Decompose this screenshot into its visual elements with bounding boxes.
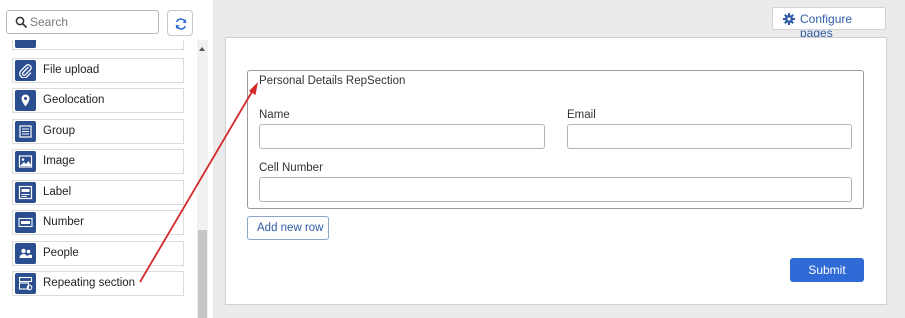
blank-control-icon [15,40,36,48]
toolbox-item-label: People [43,247,79,259]
toolbox-list: File upload Geolocation Group Image Labe… [0,40,196,318]
toolbox-item-geolocation[interactable]: Geolocation [12,88,184,113]
email-field[interactable] [567,124,852,149]
cell-number-label: Cell Number [259,162,323,174]
search-icon [15,16,28,29]
name-label: Name [259,109,290,121]
email-label: Email [567,109,596,121]
submit-button[interactable]: Submit [790,258,864,282]
people-icon [15,243,36,264]
scrollbar-thumb[interactable] [198,230,207,318]
toolbox-item-group[interactable]: Group [12,119,184,144]
toolbox-item-image[interactable]: Image [12,149,184,174]
section-title: Personal Details RepSection [259,75,406,87]
submit-label: Submit [808,263,846,277]
toolbox-item-repeating-section[interactable]: Repeating section [12,271,184,296]
search-input[interactable]: Search [6,10,159,34]
toolbox-item-label: Number [43,216,84,228]
number-icon [15,212,36,233]
map-pin-icon [15,90,36,111]
name-field[interactable] [259,124,545,149]
toolbox-item-label: Group [43,125,75,137]
search-placeholder: Search [30,15,69,29]
configure-pages-button[interactable]: Configure pages [772,7,886,40]
toolbox-item-label: Repeating section [43,277,136,289]
toolbox-item-label: Image [43,155,75,167]
image-icon [15,151,36,172]
group-icon [15,121,36,142]
refresh-icon [175,18,187,30]
toolbox-item-label-text: Label [43,186,72,198]
configure-pages-label: Configure pages [800,12,853,40]
toolbox-item-people[interactable]: People [12,241,184,266]
toolbox-item-hidden[interactable] [12,40,184,50]
refresh-button[interactable] [167,10,193,36]
form-builder: Search File upload Geolocation Group Ima… [0,0,905,318]
scroll-up-arrow-icon[interactable] [199,47,205,51]
toolbox-item-label: Geolocation [43,94,105,106]
label-icon [15,182,36,203]
add-new-row-label: Add new row [257,222,324,234]
add-new-row-button[interactable]: Add new row [247,216,329,240]
toolbox-item-file-upload[interactable]: File upload [12,58,184,83]
toolbox-item-label[interactable]: Label [12,180,184,205]
gear-icon [783,13,795,25]
toolbox-item-label: File upload [43,64,100,76]
cell-number-field[interactable] [259,177,852,202]
repeating-section-icon [15,273,36,294]
toolbox-panel: Search File upload Geolocation Group Ima… [0,0,212,318]
toolbox-item-number[interactable]: Number [12,210,184,235]
paperclip-icon [15,60,36,81]
